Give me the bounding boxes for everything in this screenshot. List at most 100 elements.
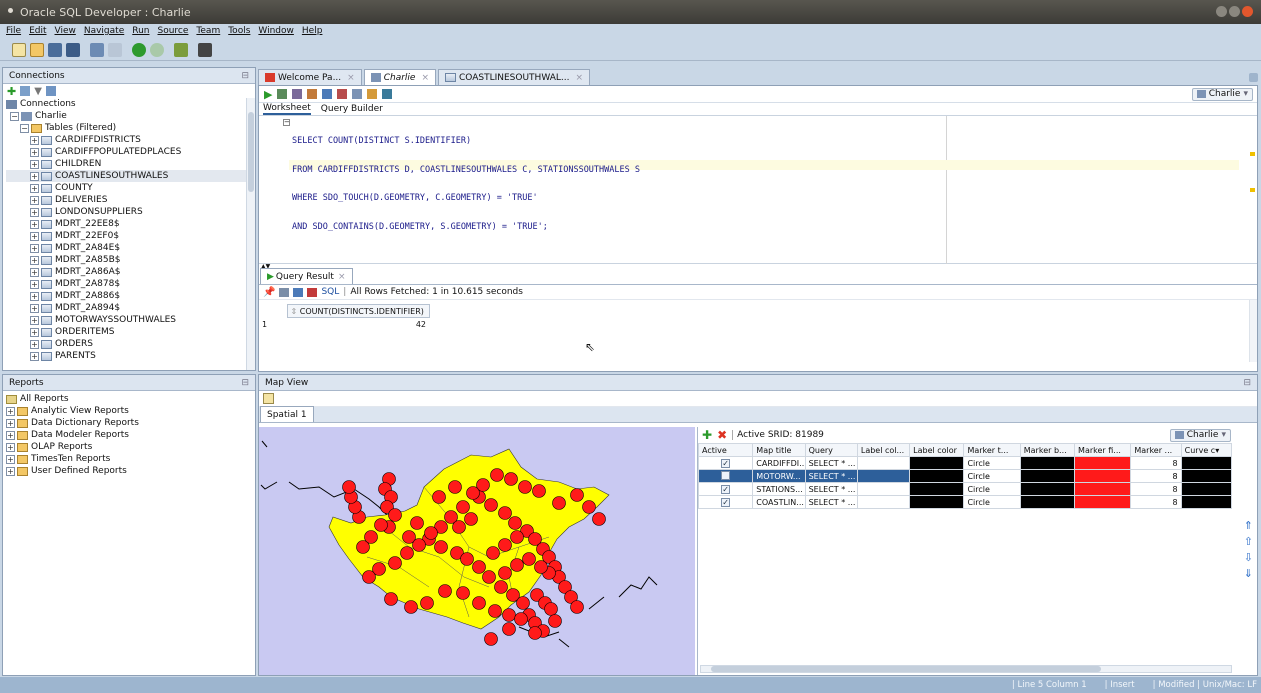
schema-browser-icon[interactable] [45, 86, 56, 96]
menu-file[interactable]: File [6, 26, 21, 36]
query-cell[interactable]: SELECT * ... [804, 456, 858, 470]
tree-table-item[interactable]: + MDRT_2A85B$ [6, 254, 255, 266]
menu-help[interactable]: Help [302, 26, 323, 36]
query-cell[interactable]: SELECT * ... [804, 469, 858, 483]
col-label-column[interactable]: Label col... [856, 443, 911, 457]
count-cell[interactable]: 42 [287, 318, 429, 331]
tree-root-connections[interactable]: Connections [6, 98, 255, 110]
layer-hscrollbar-thumb[interactable] [711, 666, 1101, 672]
marker-type-cell[interactable]: Circle [963, 495, 1021, 509]
close-icon[interactable] [1242, 6, 1253, 17]
fold-icon[interactable]: − [283, 119, 290, 126]
label-color-cell[interactable] [909, 456, 965, 470]
expand-icon[interactable]: + [6, 442, 15, 452]
new-icon[interactable] [12, 42, 26, 57]
expand-icon[interactable]: + [30, 159, 39, 169]
result-scrollbar[interactable] [1249, 300, 1257, 362]
marker-type-cell[interactable]: Circle [963, 482, 1021, 496]
expand-icon[interactable]: + [30, 171, 39, 181]
tree-table-item[interactable]: + MOTORWAYSSOUTHWALES [6, 314, 255, 326]
expand-icon[interactable]: + [30, 195, 39, 205]
history-icon[interactable] [352, 89, 363, 99]
col-curve-color[interactable]: Curve c▾ [1180, 443, 1233, 457]
redo-icon[interactable] [108, 42, 122, 57]
expand-icon[interactable]: + [6, 406, 15, 416]
connection-select[interactable]: Charlie ▾ [1191, 87, 1253, 101]
tab-welcome-page[interactable]: Welcome Pa... × [258, 69, 362, 85]
subtab-worksheet[interactable]: Worksheet [263, 103, 311, 115]
tab-list-icon[interactable] [1249, 73, 1258, 82]
tree-report-folder[interactable]: + Data Modeler Reports [6, 429, 252, 441]
col-active[interactable]: Active [697, 443, 754, 457]
panel-minimize-icon[interactable]: ⊟ [241, 378, 249, 388]
explain-plan-icon[interactable] [307, 89, 318, 99]
marker-border-cell[interactable] [1019, 456, 1076, 470]
expand-icon[interactable]: + [30, 267, 39, 277]
tree-report-folder[interactable]: + User Defined Reports [6, 465, 252, 477]
tab-query-result[interactable]: ▶ Query Result × [260, 268, 353, 284]
expand-icon[interactable]: + [30, 219, 39, 229]
table-row[interactable]: 1 42 [259, 318, 429, 331]
col-marker-size[interactable]: Marker ... [1130, 443, 1182, 457]
expand-icon[interactable]: + [30, 231, 39, 241]
expand-icon[interactable]: + [30, 279, 39, 289]
curve-color-cell[interactable] [1180, 469, 1233, 483]
marker-fill-cell[interactable] [1074, 469, 1132, 483]
label-column-cell[interactable] [856, 456, 911, 470]
tab-spatial-1[interactable]: Spatial 1 [260, 406, 314, 422]
tab-charlie-worksheet[interactable]: Charlie × [363, 69, 436, 85]
table-row[interactable]: ✓ COASTLIN... SELECT * ... Circle 8 [697, 495, 1233, 509]
tree-table-item[interactable]: + DELIVERIES [6, 194, 255, 206]
move-top-icon[interactable]: ⇑ [1244, 519, 1253, 532]
run-script-icon[interactable] [277, 89, 288, 99]
save-all-icon[interactable] [66, 42, 80, 57]
label-color-cell[interactable] [909, 482, 965, 496]
tree-table-item[interactable]: + CARDIFFDISTRICTS [6, 134, 255, 146]
column-header[interactable]: ⇕ COUNT(DISTINCTS.IDENTIFIER) [286, 304, 430, 318]
map-title-cell[interactable]: CARDIFFDI... [752, 456, 806, 470]
tree-table-item[interactable]: + MDRT_2A878$ [6, 278, 255, 290]
commit-icon[interactable] [322, 89, 333, 99]
menu-team[interactable]: Team [196, 26, 220, 36]
back-icon[interactable] [132, 42, 146, 57]
menu-tools[interactable]: Tools [228, 26, 250, 36]
marker-fill-cell[interactable] [1074, 456, 1132, 470]
expand-icon[interactable]: + [6, 418, 15, 428]
menu-source[interactable]: Source [158, 26, 189, 36]
expand-icon[interactable]: + [30, 207, 39, 217]
collapse-icon[interactable]: − [10, 111, 19, 121]
minimize-icon[interactable] [1216, 6, 1227, 17]
tree-report-folder[interactable]: + OLAP Reports [6, 441, 252, 453]
layer-hscrollbar[interactable] [700, 665, 1232, 673]
label-column-cell[interactable] [856, 495, 911, 509]
maximize-icon[interactable] [1229, 6, 1240, 17]
marker-size-cell[interactable]: 8 [1130, 456, 1182, 470]
expand-icon[interactable]: + [30, 255, 39, 265]
label-column-cell[interactable] [856, 482, 911, 496]
tree-report-folder[interactable]: + TimesTen Reports [6, 453, 252, 465]
tree-table-item[interactable]: + COASTLINESOUTHWALES [6, 170, 255, 182]
tree-table-item[interactable]: + MDRT_22EE8$ [6, 218, 255, 230]
map-title-cell[interactable]: MOTORW... [752, 469, 806, 483]
rollback-icon[interactable] [337, 89, 348, 99]
forward-icon[interactable] [150, 42, 164, 57]
expand-icon[interactable]: + [30, 339, 39, 349]
col-marker-border[interactable]: Marker b... [1019, 443, 1076, 457]
col-marker-type[interactable]: Marker t... [963, 443, 1021, 457]
new-map-icon[interactable] [263, 393, 274, 404]
sql-editor[interactable]: − SELECT COUNT(DISTINCT S.IDENTIFIER) FR… [259, 116, 1257, 264]
tree-scrollbar-thumb[interactable] [248, 112, 254, 192]
table-row[interactable]: ✓ STATIONS... SELECT * ... Circle 8 [697, 482, 1233, 496]
marker-type-cell[interactable]: Circle [963, 469, 1021, 483]
curve-color-cell[interactable] [1180, 456, 1233, 470]
format-icon[interactable] [382, 89, 393, 99]
query-cell[interactable]: SELECT * ... [804, 482, 858, 496]
run-statement-icon[interactable]: ▶ [264, 88, 272, 101]
tree-report-folder[interactable]: + Analytic View Reports [6, 405, 252, 417]
panel-minimize-icon[interactable]: ⊟ [241, 71, 249, 81]
tree-tables-folder[interactable]: − Tables (Filtered) [6, 122, 255, 134]
move-bottom-icon[interactable]: ⇓ [1244, 567, 1253, 580]
active-checkbox[interactable] [721, 470, 731, 480]
expand-icon[interactable]: + [30, 243, 39, 253]
remove-layer-icon[interactable]: ✖ [717, 428, 727, 442]
